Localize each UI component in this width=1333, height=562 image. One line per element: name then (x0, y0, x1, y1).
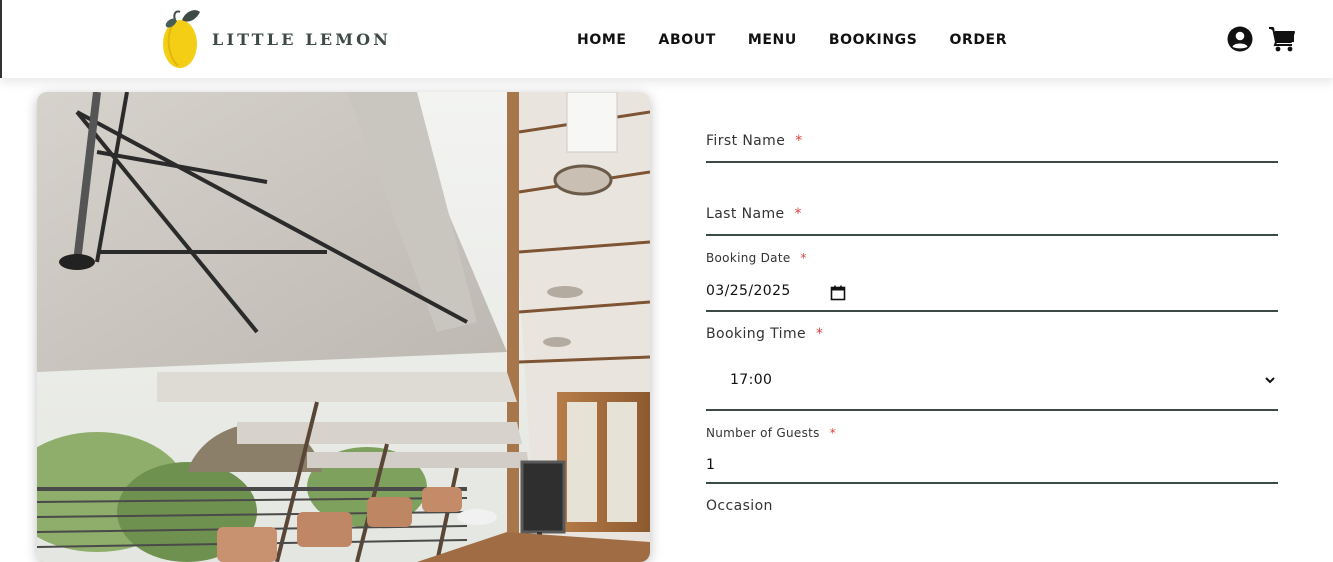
chevron-down-icon[interactable] (1264, 374, 1276, 386)
occasion-field: Occasion (706, 496, 1278, 536)
guests-input[interactable]: 1 (706, 448, 1278, 482)
booking-date-underline (706, 310, 1278, 312)
nav-about[interactable]: ABOUT (659, 30, 716, 50)
required-marker: * (800, 251, 807, 265)
guests-value: 1 (706, 457, 716, 473)
guests-label: Number of Guests (706, 426, 820, 440)
booking-time-field: Booking Time * 17:00 (706, 324, 1278, 414)
booking-time-underline (706, 409, 1278, 411)
nav-home[interactable]: HOME (577, 30, 627, 50)
site-header: LITTLE LEMON HOME ABOUT MENU BOOKINGS OR… (0, 0, 1333, 78)
nav-bookings[interactable]: BOOKINGS (829, 30, 918, 50)
booking-time-select[interactable]: 17:00 (706, 360, 1278, 408)
last-name-field: Last Name * (706, 201, 1278, 239)
required-marker: * (829, 426, 837, 440)
logo[interactable]: LITTLE LEMON (162, 8, 391, 70)
header-actions (1227, 26, 1296, 52)
booking-date-input[interactable]: 03/25/2025 (706, 275, 1278, 311)
first-name-underline (706, 161, 1278, 163)
cart-icon[interactable] (1268, 26, 1296, 52)
required-marker: * (816, 326, 824, 342)
booking-date-value: 03/25/2025 (706, 283, 791, 299)
account-icon[interactable] (1227, 26, 1253, 52)
booking-date-field: Booking Date * 03/25/2025 (706, 249, 1278, 315)
restaurant-terrace-photo (37, 92, 650, 562)
guests-field: Number of Guests * 1 (706, 424, 1278, 486)
booking-time-value: 17:00 (730, 372, 773, 388)
first-name-input[interactable] (706, 128, 1278, 161)
nav-menu[interactable]: MENU (748, 30, 797, 50)
occasion-label: Occasion (706, 498, 773, 514)
booking-time-label: Booking Time (706, 326, 807, 342)
brand-name: LITTLE LEMON (212, 29, 392, 49)
first-name-field: First Name * (706, 128, 1278, 166)
last-name-underline (706, 234, 1278, 236)
main-nav: HOME ABOUT MENU BOOKINGS ORDER (577, 30, 1039, 50)
booking-date-label: Booking Date (706, 251, 791, 265)
nav-order[interactable]: ORDER (949, 30, 1007, 50)
last-name-input[interactable] (706, 201, 1278, 234)
lemon-icon (163, 10, 200, 68)
guests-underline (706, 482, 1278, 484)
calendar-icon[interactable] (830, 285, 846, 301)
